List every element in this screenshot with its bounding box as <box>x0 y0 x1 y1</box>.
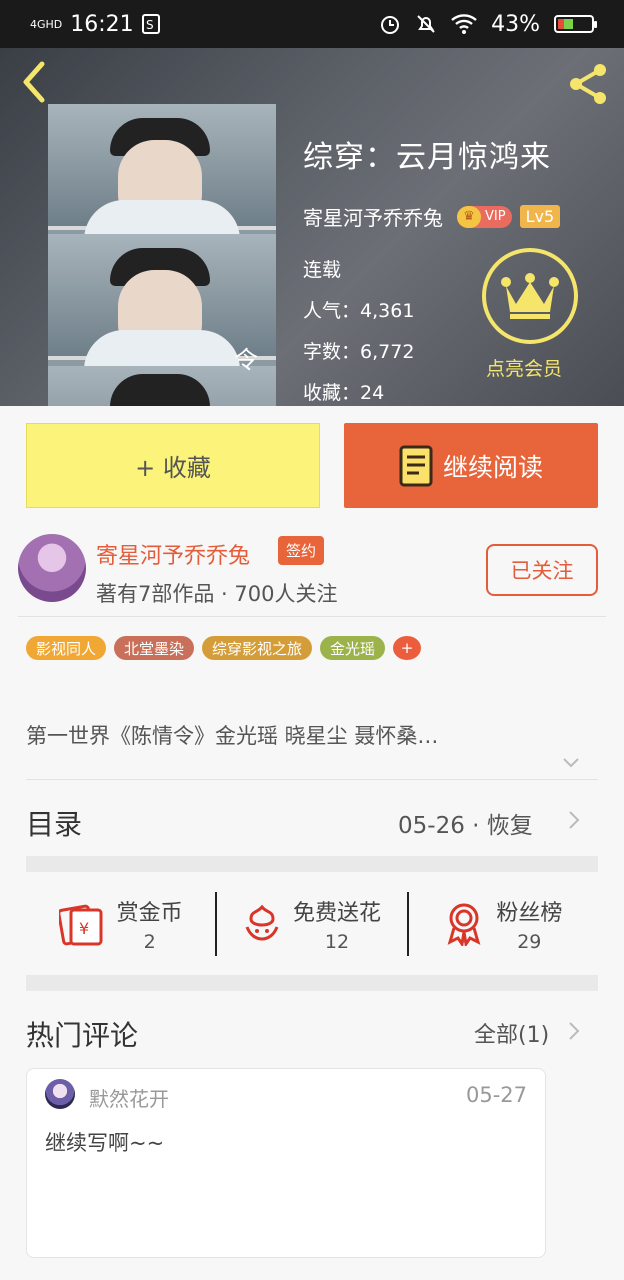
vip-badge: ♛ VIP <box>457 205 512 228</box>
book-title: 综穿：云月惊鸿来 <box>303 140 551 175</box>
chevron-right-icon[interactable] <box>568 1021 580 1041</box>
reward-label: 粉丝榜 <box>496 901 563 926</box>
author-avatar[interactable] <box>18 534 86 602</box>
commenter-avatar[interactable] <box>45 1079 75 1109</box>
favorite-button[interactable]: + 收藏 <box>26 423 320 508</box>
red-envelope-icon: ¥ <box>58 904 103 946</box>
toc-label[interactable]: 目录 <box>26 803 82 843</box>
reward-count: 12 <box>324 931 350 953</box>
battery-percent: 43% <box>491 11 540 37</box>
author-stats: 著有7部作品 · 700人关注 <box>96 582 338 606</box>
tag-item[interactable]: 北堂墨染 <box>114 636 195 660</box>
book-icon <box>399 445 433 486</box>
reward-flowers-button[interactable]: 免费送花 12 <box>217 892 406 956</box>
reward-label: 免费送花 <box>292 901 381 926</box>
divider <box>26 779 598 780</box>
divider <box>18 616 606 617</box>
cover-calligraphy: 令 <box>234 346 258 374</box>
favorites-stat: 收藏：24 <box>303 382 385 404</box>
svg-text:¥: ¥ <box>79 919 89 938</box>
reward-label: 赏金币 <box>116 901 183 926</box>
crown-icon: ♛ <box>457 205 481 228</box>
comment-date: 05-27 <box>465 1083 527 1107</box>
continue-reading-label: 继续阅读 <box>442 452 543 482</box>
svg-text:S: S <box>146 18 154 32</box>
share-icon[interactable] <box>564 60 612 108</box>
toc-latest[interactable]: 05-26 · 恢复 <box>398 806 533 840</box>
reward-bar: ¥ 赏金币 2 免费送花 12 粉丝榜 29 <box>26 892 598 956</box>
tag-item[interactable]: 金光瑶 <box>320 636 386 660</box>
author-name[interactable]: 寄星河予乔乔兔 <box>96 538 250 570</box>
comment-card[interactable]: 默然花开 05-27 继续写啊~~ <box>26 1068 546 1258</box>
reward-count: 2 <box>143 931 156 953</box>
level-badge: Lv5 <box>519 205 561 228</box>
screenshot-icon: S <box>141 14 160 34</box>
network-indicator: 4GHD <box>30 17 63 31</box>
clock: 16:21 <box>70 11 134 37</box>
alarm-icon <box>381 16 400 34</box>
all-comments-link[interactable]: 全部(1) <box>474 1017 549 1049</box>
author-card[interactable]: 寄星河予乔乔兔 签约 著有7部作品 · 700人关注 已关注 <box>18 532 606 616</box>
crown-icon <box>501 273 559 319</box>
fan-ranking-button[interactable]: 粉丝榜 29 <box>409 892 598 956</box>
section-separator <box>26 975 598 991</box>
chevron-down-icon[interactable] <box>562 756 580 770</box>
add-tag-icon[interactable]: + <box>393 636 422 660</box>
signed-badge: 签约 <box>278 536 325 565</box>
reward-count: 29 <box>517 931 542 953</box>
book-summary[interactable]: 第一世界《陈情令》金光瑶 晓星尘 聂怀桑… <box>26 720 438 750</box>
wifi-icon <box>451 14 477 34</box>
section-separator <box>26 856 598 872</box>
book-header: 令 综穿：云月惊鸿来 寄星河予乔乔兔 ♛ VIP Lv5 连载 人气：4,361 … <box>0 48 624 406</box>
flower-icon <box>245 904 279 941</box>
mute-bell-icon <box>417 15 435 33</box>
member-crown-button[interactable] <box>482 248 578 344</box>
hot-comments-title: 热门评论 <box>26 1019 139 1052</box>
comment-text: 继续写啊~~ <box>45 1131 165 1155</box>
reward-coins-button[interactable]: ¥ 赏金币 2 <box>26 892 215 956</box>
commenter-name[interactable]: 默然花开 <box>89 1083 169 1112</box>
book-author[interactable]: 寄星河予乔乔兔 <box>303 202 443 231</box>
status-bar: 4GHD 16:21 S 43% <box>0 0 624 48</box>
book-cover[interactable]: 令 <box>48 104 276 406</box>
chevron-right-icon[interactable] <box>568 810 580 830</box>
tag-list: 影视同人 北堂墨染 综穿影视之旅 金光瑶 + <box>26 636 422 660</box>
tag-item[interactable]: 综穿影视之旅 <box>202 636 313 660</box>
medal-icon <box>447 903 481 946</box>
tag-item[interactable]: 影视同人 <box>26 636 107 660</box>
member-label[interactable]: 点亮会员 <box>486 354 562 381</box>
battery-icon <box>554 15 597 33</box>
follow-button[interactable]: 已关注 <box>486 544 598 596</box>
continue-reading-button[interactable]: 继续阅读 <box>344 423 598 508</box>
back-icon[interactable] <box>16 60 56 104</box>
